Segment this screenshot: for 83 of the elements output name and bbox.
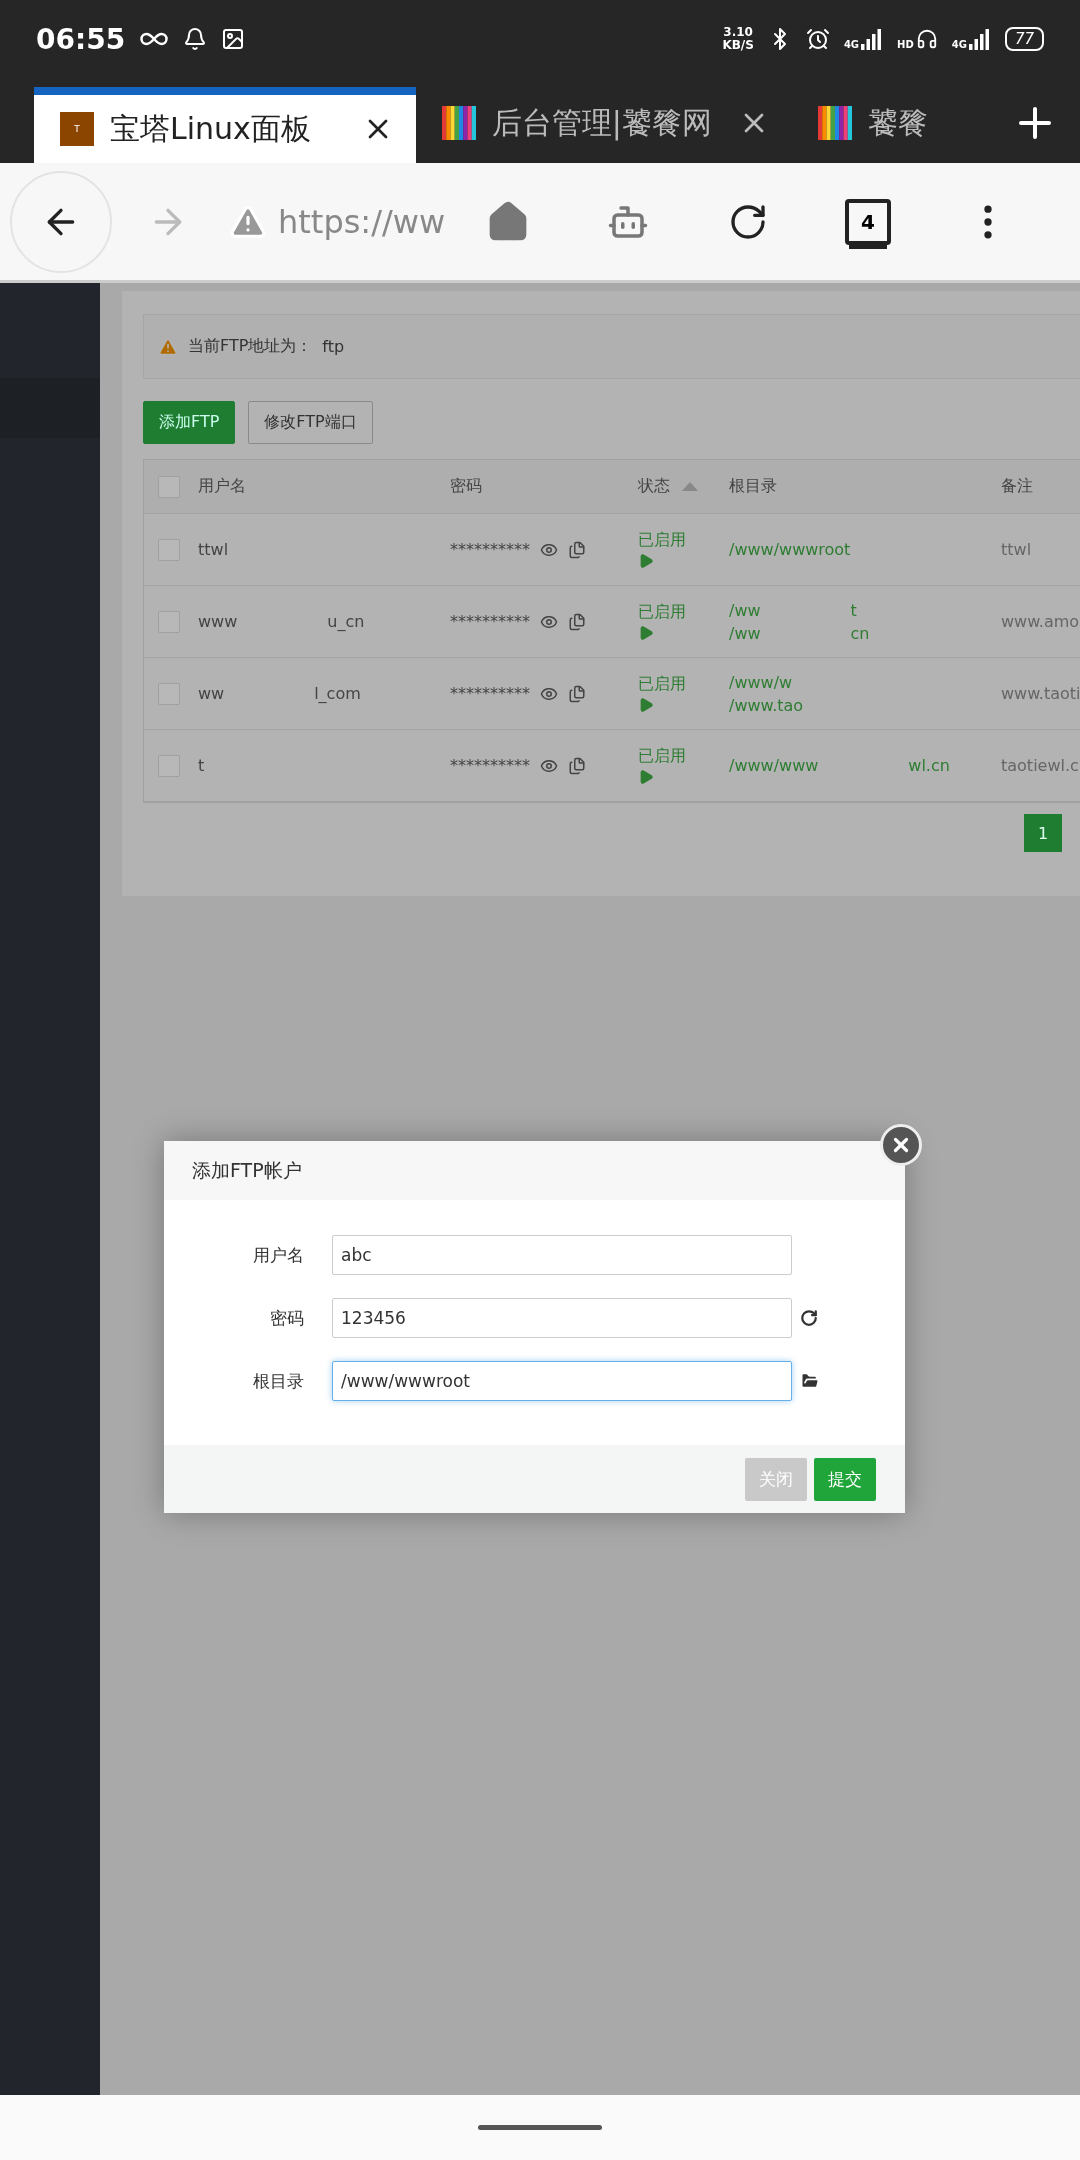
status-text[interactable]: 已启用 [638, 674, 729, 695]
tab-title: 宝塔Linux面板 [110, 109, 312, 148]
notice-value: ftp [322, 337, 345, 356]
note-text: taotiewl.c [1001, 756, 1079, 775]
rainbow-favicon-icon [818, 106, 853, 140]
network-label: 4G [951, 39, 967, 50]
username-text: ttwl [198, 540, 229, 559]
play-icon [638, 769, 654, 785]
notice-label: 当前FTP地址为： [188, 336, 313, 357]
path-link[interactable]: /ww [729, 600, 761, 620]
clock: 06:55 [36, 22, 126, 56]
image-icon [221, 27, 246, 51]
signal-icon [861, 28, 884, 50]
note-text: ttwl [1001, 540, 1032, 559]
path-link[interactable]: /www.tao [729, 695, 804, 715]
field-label: 用户名 [252, 1243, 304, 1267]
input-field[interactable]: abc [332, 1235, 792, 1275]
copy-icon[interactable] [568, 540, 586, 559]
notification-icon [183, 27, 208, 51]
browser-tab[interactable]: 饕餮 [792, 83, 991, 163]
play-icon [638, 697, 654, 713]
checkbox[interactable] [158, 475, 180, 498]
input-field[interactable]: /www/wwwroot [332, 1361, 792, 1401]
status-text[interactable]: 已启用 [638, 746, 729, 767]
password-text: ********** [450, 684, 530, 703]
checkbox[interactable] [158, 754, 180, 777]
browser-tab[interactable]: T 宝塔Linux面板 [34, 87, 416, 163]
path-link[interactable]: /ww [729, 623, 761, 643]
checkbox[interactable] [158, 682, 180, 705]
browser-tab[interactable]: 后台管理|饕餮网 [415, 83, 793, 163]
submit-button[interactable]: 提交 [814, 1457, 876, 1501]
path-link[interactable]: cn [850, 623, 870, 643]
play-icon [638, 553, 654, 569]
status-text[interactable]: 已启用 [638, 530, 729, 551]
column-header: 备注 [1001, 476, 1033, 497]
tab-title: 饕餮 [868, 103, 930, 142]
alarm-icon [805, 27, 830, 51]
tab-title: 后台管理|饕餮网 [491, 103, 713, 143]
username-text: ww [198, 684, 225, 703]
password-text: ********** [450, 540, 530, 559]
path-link[interactable]: /www/w [729, 672, 793, 692]
column-header: 用户名 [198, 476, 246, 497]
site-favicon: T [60, 112, 94, 146]
checkbox[interactable] [158, 538, 180, 561]
password-text: ********** [450, 612, 530, 631]
checkbox[interactable] [158, 610, 180, 633]
copy-icon[interactable] [568, 684, 586, 703]
network-label: 4G [843, 39, 860, 50]
home-handle[interactable] [478, 2125, 602, 2130]
username-text: l_com [314, 684, 361, 703]
column-header: 密码 [450, 476, 482, 497]
network-label: HD [897, 39, 914, 50]
field-label: 根目录 [252, 1369, 304, 1393]
note-text: www.taoti [1001, 684, 1080, 703]
status-text[interactable]: 已启用 [638, 602, 729, 623]
page-button[interactable]: 1 [1024, 814, 1062, 852]
username-text: t [198, 756, 205, 775]
column-header: 状态 [638, 476, 670, 497]
network-speed: 3.10 KB/S [722, 26, 754, 52]
close-button[interactable] [880, 1124, 922, 1166]
copy-icon[interactable] [568, 612, 586, 631]
headphones-icon [915, 28, 938, 50]
column-header: 根目录 [729, 476, 777, 497]
field-label: 密码 [269, 1306, 304, 1330]
password-text: ********** [450, 756, 530, 775]
battery-level: 77 [1004, 27, 1044, 51]
path-link[interactable]: t [850, 600, 857, 620]
copy-icon[interactable] [568, 756, 586, 775]
url-text[interactable]: https://ww [278, 202, 448, 241]
path-link[interactable]: wl.cn [908, 756, 950, 775]
play-icon [638, 625, 654, 641]
rainbow-favicon-icon [441, 106, 476, 140]
path-link[interactable]: /www/www [729, 756, 819, 775]
note-text: www.amo [1001, 612, 1080, 631]
add-button[interactable]: 添加FTP [143, 401, 236, 444]
refresh-icon[interactable] [800, 1309, 818, 1327]
input-field[interactable]: 123456 [332, 1298, 792, 1338]
path-link[interactable]: /www/wwwroot [729, 540, 851, 559]
username-text: u_cn [327, 612, 365, 631]
port-button[interactable]: 修改FTP端口 [248, 401, 373, 444]
username-text: www [198, 612, 238, 631]
signal-icon [968, 28, 991, 50]
dialog-title: 添加FTP帐户 [192, 1157, 302, 1183]
